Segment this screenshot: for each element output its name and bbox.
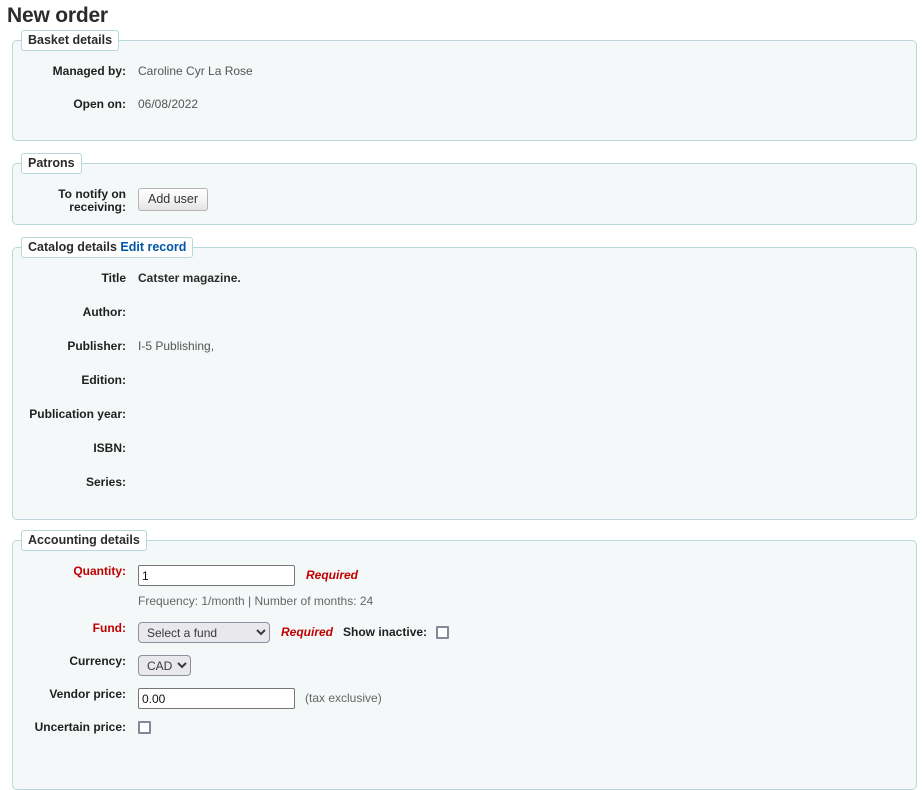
series-label: Series:	[13, 475, 126, 489]
show-inactive-label: Show inactive:	[343, 626, 427, 639]
vendor-price-input[interactable]	[138, 688, 295, 709]
managed-by-row: Managed by: Caroline Cyr La Rose	[13, 64, 916, 83]
notify-on-receiving-label: To notify on receiving:	[13, 187, 126, 214]
title-label: Title	[13, 271, 126, 285]
show-inactive-checkbox[interactable]	[436, 626, 449, 639]
patrons-legend: Patrons	[21, 153, 82, 174]
notify-on-receiving-row: To notify on receiving: Add user	[13, 187, 916, 214]
uncertain-price-row: Uncertain price:	[13, 720, 916, 739]
vendor-price-label: Vendor price:	[13, 687, 126, 701]
basket-details-fieldset: Basket details Managed by: Caroline Cyr …	[12, 30, 917, 141]
uncertain-price-value	[138, 720, 151, 734]
quantity-value: Required	[138, 564, 358, 586]
fund-row: Fund: Select a fund Required Show inacti…	[13, 621, 916, 643]
publication-year-row: Publication year:	[13, 407, 916, 426]
publisher-value: I-5 Publishing,	[138, 339, 214, 353]
accounting-details-legend: Accounting details	[21, 530, 147, 551]
publication-year-label: Publication year:	[13, 407, 126, 421]
notify-label-line-1: To notify on	[58, 187, 126, 201]
series-row: Series:	[13, 475, 916, 494]
notify-label-line-2: receiving:	[69, 200, 126, 214]
catalog-details-fieldset: Catalog details Edit record Title Catste…	[12, 237, 917, 520]
edition-label: Edition:	[13, 373, 126, 387]
fund-value: Select a fund Required Show inactive:	[138, 621, 449, 643]
isbn-row: ISBN:	[13, 441, 916, 460]
edit-record-link[interactable]: Edit record	[120, 240, 186, 254]
fund-required-hint: Required	[281, 626, 333, 639]
quantity-frequency-note: Frequency: 1/month | Number of months: 2…	[138, 586, 916, 608]
vendor-price-tax-note: (tax exclusive)	[305, 692, 382, 705]
fund-label: Fund:	[13, 621, 126, 635]
uncertain-price-checkbox[interactable]	[138, 721, 151, 734]
isbn-label: ISBN:	[13, 441, 126, 455]
quantity-input[interactable]	[138, 565, 295, 586]
uncertain-price-label: Uncertain price:	[13, 720, 126, 734]
add-user-button[interactable]: Add user	[138, 188, 208, 211]
currency-row: Currency: CAD	[13, 654, 916, 676]
currency-select[interactable]: CAD	[138, 655, 191, 676]
open-on-label: Open on:	[13, 97, 126, 111]
author-label: Author:	[13, 305, 126, 319]
title-value: Catster magazine.	[138, 271, 241, 285]
quantity-label: Quantity:	[13, 564, 126, 578]
quantity-row: Quantity: Required	[13, 564, 916, 586]
currency-value: CAD	[138, 654, 191, 676]
open-on-row: Open on: 06/08/2022	[13, 97, 916, 116]
vendor-price-row: Vendor price: (tax exclusive)	[13, 687, 916, 709]
currency-label: Currency:	[13, 654, 126, 668]
author-row: Author:	[13, 305, 916, 324]
catalog-details-legend: Catalog details Edit record	[21, 237, 193, 258]
title-row: Title Catster magazine.	[13, 271, 916, 290]
patrons-fieldset: Patrons To notify on receiving: Add user	[12, 153, 917, 225]
notify-on-receiving-value: Add user	[138, 187, 208, 211]
managed-by-label: Managed by:	[13, 64, 126, 78]
vendor-price-value: (tax exclusive)	[138, 687, 382, 709]
page-title: New order	[0, 0, 924, 30]
quantity-required-hint: Required	[306, 569, 358, 582]
fund-select[interactable]: Select a fund	[138, 622, 270, 643]
open-on-value: 06/08/2022	[138, 97, 198, 111]
publisher-row: Publisher: I-5 Publishing,	[13, 339, 916, 358]
basket-details-legend: Basket details	[21, 30, 119, 51]
publisher-label: Publisher:	[13, 339, 126, 353]
edition-row: Edition:	[13, 373, 916, 392]
managed-by-value: Caroline Cyr La Rose	[138, 64, 253, 78]
catalog-details-legend-text: Catalog details	[28, 240, 117, 254]
accounting-details-fieldset: Accounting details Quantity: Required Fr…	[12, 530, 917, 790]
